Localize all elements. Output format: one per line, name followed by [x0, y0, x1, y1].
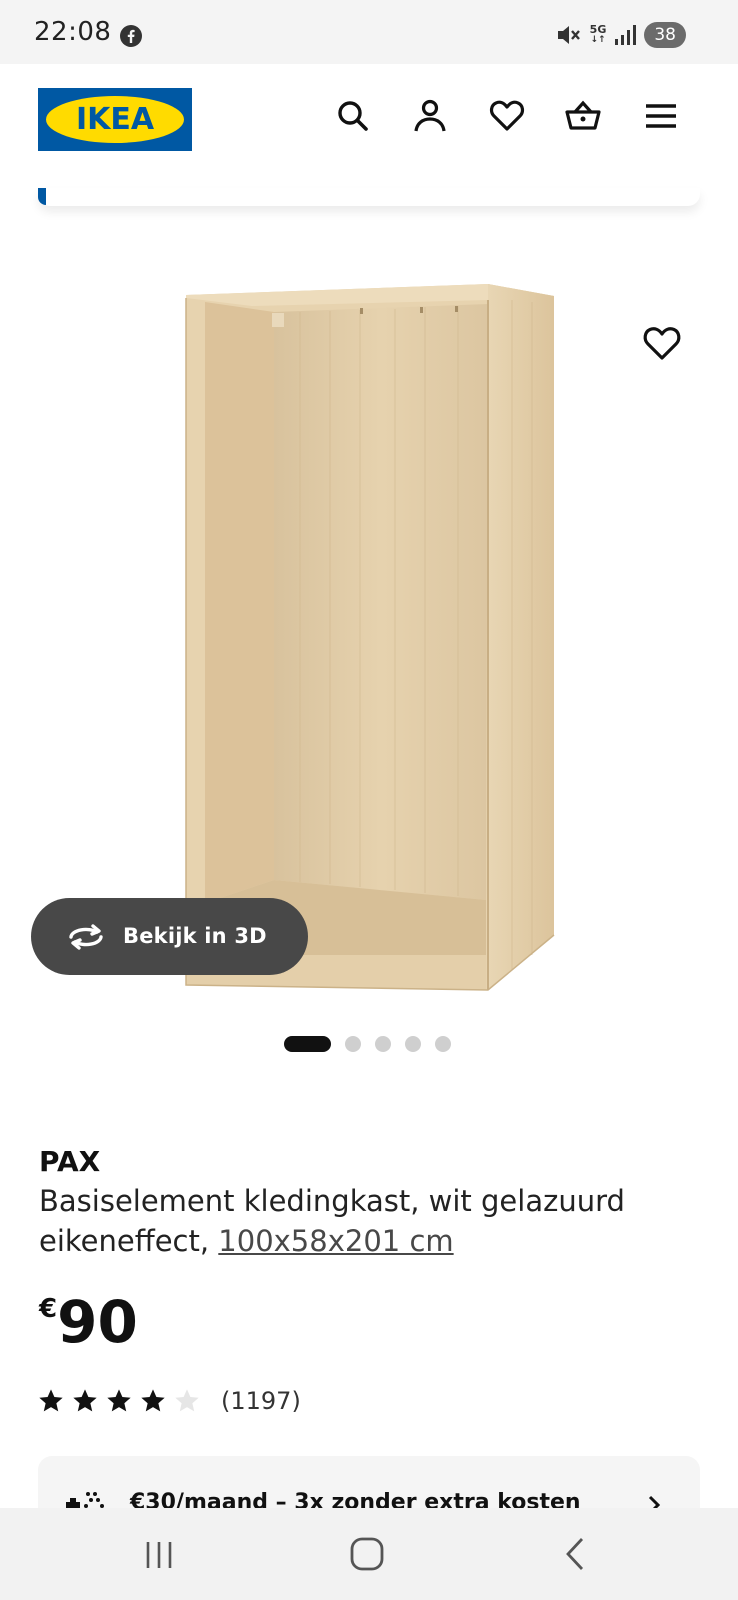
status-bar: 22:08 5G ↓↑ 38 — [0, 0, 738, 64]
logo-oval: IKEA ® — [46, 96, 184, 143]
carousel-dot[interactable] — [375, 1036, 391, 1052]
carousel-dot[interactable] — [405, 1036, 421, 1052]
logo-text: IKEA — [75, 102, 155, 137]
logo-registered-mark: ® — [172, 101, 180, 110]
product-size-link[interactable]: 100x58x201 cm — [218, 1224, 453, 1258]
price-amount: 90 — [57, 1288, 138, 1356]
account-icon[interactable] — [410, 96, 450, 136]
rotate-3d-icon — [69, 924, 103, 950]
star-filled-icon — [39, 1389, 63, 1412]
review-count: (1197) — [221, 1387, 301, 1415]
wishlist-heart-icon[interactable] — [640, 322, 684, 366]
carousel-dot[interactable] — [345, 1036, 361, 1052]
status-indicators: 5G ↓↑ 38 — [556, 20, 686, 50]
star-filled-icon — [73, 1389, 97, 1412]
mute-icon — [557, 26, 580, 44]
battery-indicator: 38 — [644, 22, 686, 48]
status-time: 22:08 — [34, 17, 112, 47]
heart-icon[interactable] — [487, 96, 527, 136]
home-icon[interactable] — [347, 1534, 387, 1574]
product-description: Basiselement kledingkast, wit gelazuurd … — [39, 1181, 679, 1261]
view-in-3d-button[interactable]: Bekijk in 3D — [31, 898, 308, 975]
cart-icon[interactable] — [563, 96, 603, 136]
menu-icon[interactable] — [641, 96, 681, 136]
view-in-3d-label: Bekijk in 3D — [123, 924, 267, 948]
recent-apps-icon[interactable] — [140, 1534, 180, 1574]
carousel-dots — [284, 1036, 451, 1052]
product-price: €90 — [39, 1288, 138, 1356]
back-icon[interactable] — [556, 1534, 596, 1574]
sticky-panel-accent — [38, 188, 46, 205]
network-type: 5G ↓↑ — [589, 23, 607, 45]
product-brand: PAX — [39, 1145, 101, 1178]
carousel-dot[interactable] — [435, 1036, 451, 1052]
android-nav-bar — [0, 1508, 738, 1600]
search-icon[interactable] — [333, 96, 373, 136]
ikea-logo[interactable]: IKEA ® — [38, 88, 192, 151]
product-rating[interactable]: (1197) — [37, 1387, 301, 1415]
star-empty-icon — [175, 1389, 199, 1412]
sticky-panel — [38, 188, 700, 206]
facebook-icon — [120, 25, 142, 47]
star-filled-icon — [141, 1389, 165, 1412]
site-header: IKEA ® — [0, 64, 738, 188]
star-filled-icon — [107, 1389, 131, 1412]
signal-icon — [615, 25, 637, 45]
carousel-dot-active[interactable] — [284, 1036, 331, 1052]
price-currency: € — [39, 1294, 58, 1324]
